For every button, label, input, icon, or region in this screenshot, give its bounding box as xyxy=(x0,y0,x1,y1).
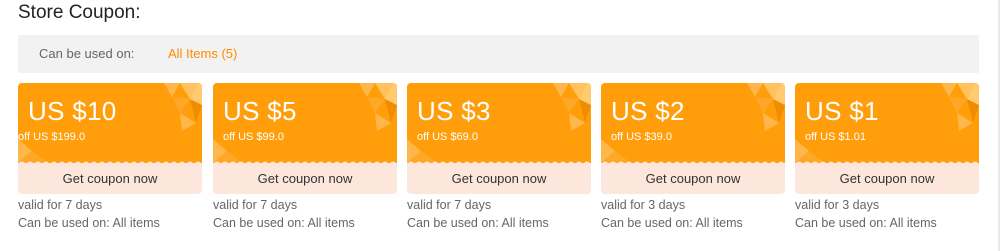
coupon-amount: US $2 xyxy=(611,96,685,126)
coupon-meta: valid for 7 days Can be used on: All ite… xyxy=(213,196,413,232)
coupon-min-order: off US $99.0 xyxy=(223,131,284,143)
coupon-card: US $3 off US $69.0 Get coupon now xyxy=(407,83,591,194)
get-coupon-button[interactable]: Get coupon now xyxy=(601,163,785,194)
coupon-scope: Can be used on: All items xyxy=(213,216,355,230)
coupon-decoration-icon xyxy=(941,83,979,131)
coupon-face: US $10 off US $199.0 xyxy=(18,83,202,163)
coupon-amount: US $1 xyxy=(805,96,879,126)
section-title: Store Coupon: xyxy=(18,2,141,23)
coupon-meta: valid for 7 days Can be used on: All ite… xyxy=(407,196,607,232)
coupon-decoration-icon xyxy=(747,83,785,131)
get-coupon-button[interactable]: Get coupon now xyxy=(795,163,979,194)
coupon-meta: valid for 3 days Can be used on: All ite… xyxy=(601,196,801,232)
coupon-amount: US $10 xyxy=(28,96,117,126)
get-coupon-button[interactable]: Get coupon now xyxy=(213,163,397,194)
coupon-validity: valid for 7 days xyxy=(213,198,298,212)
coupon-validity: valid for 7 days xyxy=(407,198,492,212)
coupon-validity: valid for 7 days xyxy=(18,198,103,212)
filter-bar: Can be used on: All Items (5) xyxy=(18,35,979,73)
coupon-card: US $2 off US $39.0 Get coupon now xyxy=(601,83,785,194)
coupon-face: US $1 off US $1.01 xyxy=(795,83,979,163)
coupon-face: US $5 off US $99.0 xyxy=(213,83,397,163)
filter-all-items-link[interactable]: All Items (5) xyxy=(168,46,237,61)
coupon-meta: valid for 7 days Can be used on: All ite… xyxy=(18,196,218,232)
coupon-scope: Can be used on: All items xyxy=(18,216,160,230)
filter-label: Can be used on: xyxy=(39,46,135,61)
coupon-min-order: off US $39.0 xyxy=(611,131,672,143)
get-coupon-button[interactable]: Get coupon now xyxy=(407,163,591,194)
coupon-face: US $3 off US $69.0 xyxy=(407,83,591,163)
coupon-scope: Can be used on: All items xyxy=(795,216,937,230)
coupon-scope: Can be used on: All items xyxy=(407,216,549,230)
coupon-decoration-icon xyxy=(553,83,591,131)
get-coupon-button[interactable]: Get coupon now xyxy=(18,163,202,194)
coupon-card: US $10 off US $199.0 Get coupon now xyxy=(18,83,202,194)
coupon-validity: valid for 3 days xyxy=(601,198,686,212)
coupon-validity: valid for 3 days xyxy=(795,198,880,212)
coupon-meta: valid for 3 days Can be used on: All ite… xyxy=(795,196,995,232)
coupon-amount: US $3 xyxy=(417,96,491,126)
coupon-card: US $5 off US $99.0 Get coupon now xyxy=(213,83,397,194)
coupon-min-order: off US $199.0 xyxy=(18,131,86,143)
coupon-decoration-icon xyxy=(359,83,397,131)
coupon-scope: Can be used on: All items xyxy=(601,216,743,230)
coupon-amount: US $5 xyxy=(223,96,297,126)
coupon-face: US $2 off US $39.0 xyxy=(601,83,785,163)
coupon-decoration-icon xyxy=(164,83,202,131)
coupon-min-order: off US $1.01 xyxy=(805,131,866,143)
coupon-min-order: off US $69.0 xyxy=(417,131,478,143)
coupon-card: US $1 off US $1.01 Get coupon now xyxy=(795,83,979,194)
